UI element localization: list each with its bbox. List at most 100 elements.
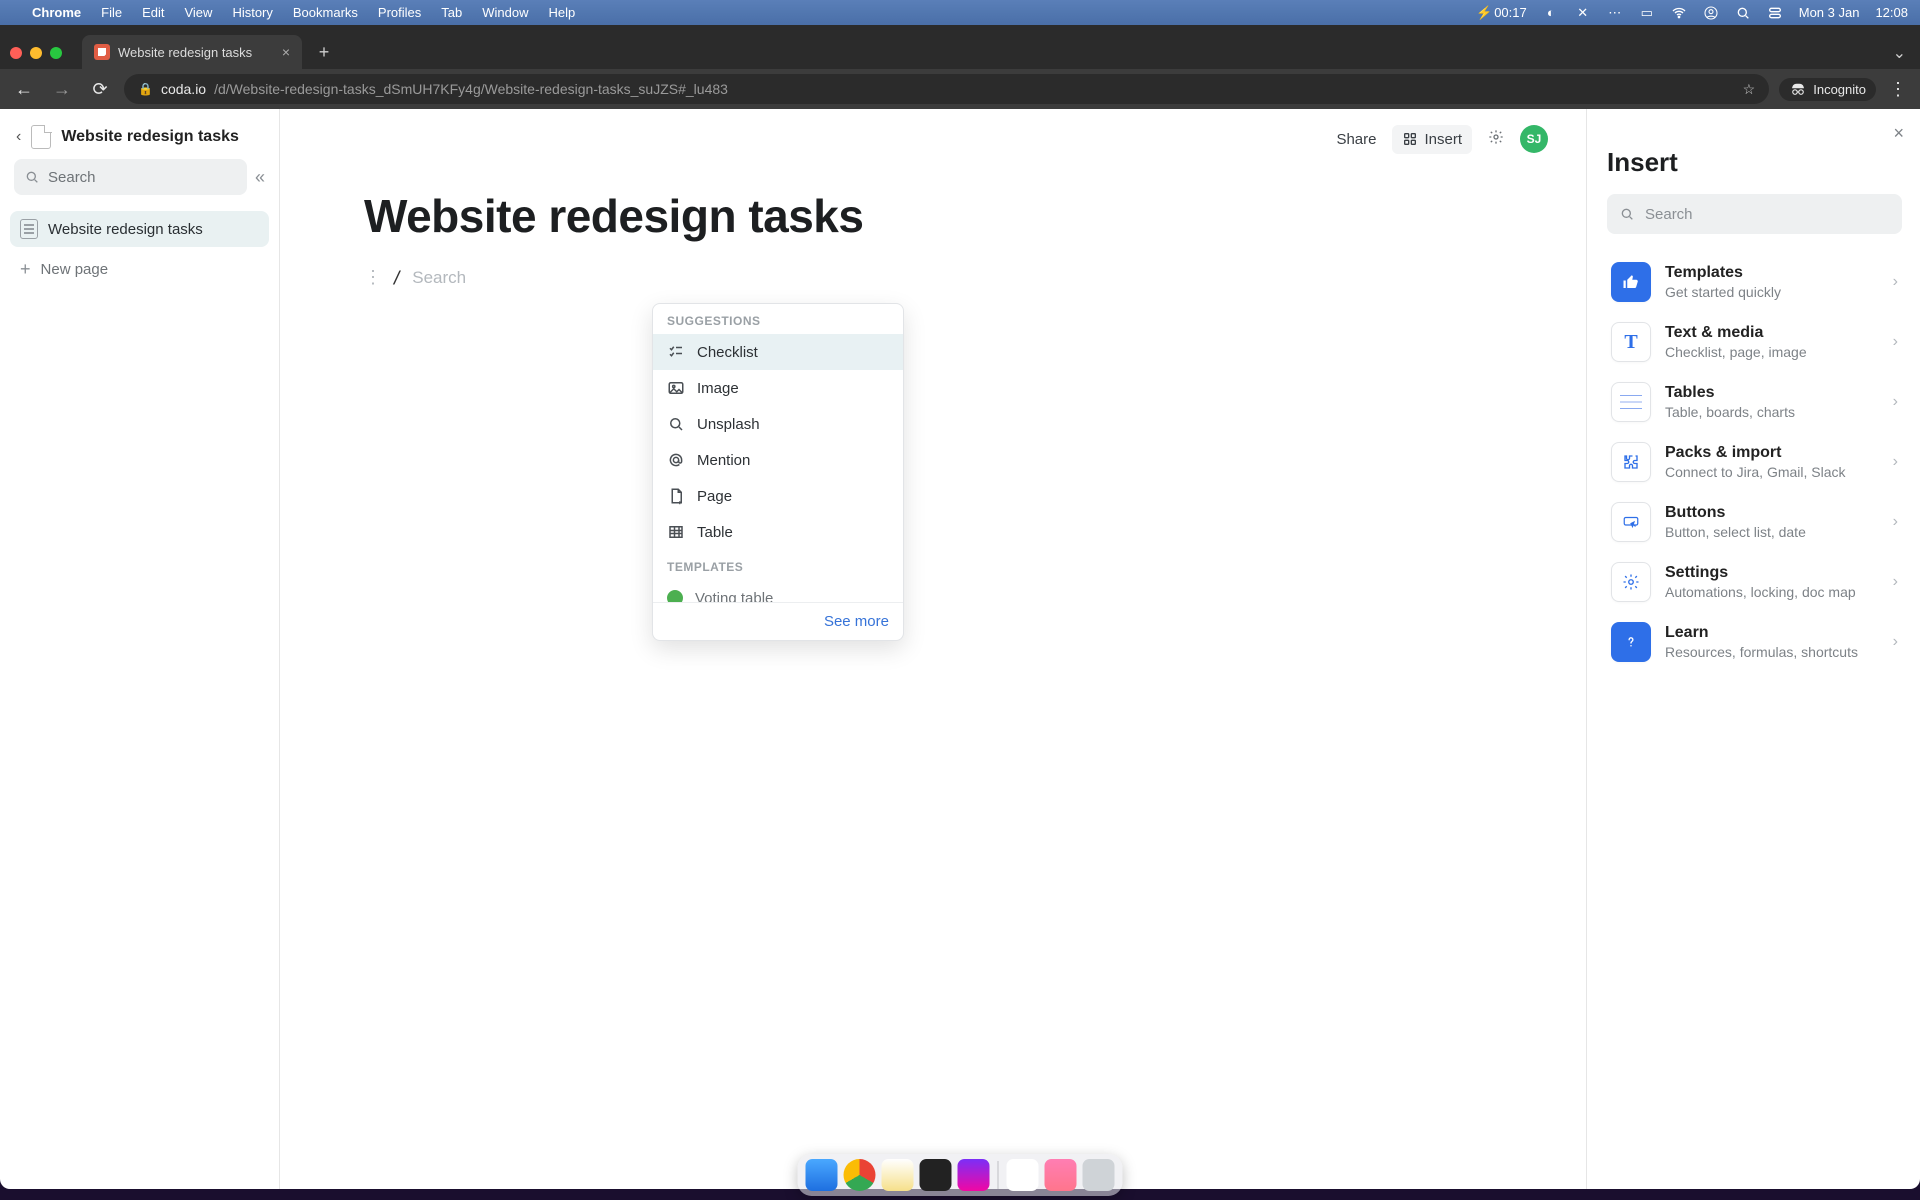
popover-item-table[interactable]: Table <box>653 514 903 550</box>
dock-app-chrome[interactable] <box>844 1159 876 1191</box>
lock-icon[interactable]: 🔒 <box>138 82 153 96</box>
insert-cat-buttons[interactable]: ButtonsButton, select list, date › <box>1607 492 1902 552</box>
menu-view[interactable]: View <box>184 5 212 20</box>
dock-app-7[interactable] <box>1045 1159 1077 1191</box>
popover-item-label: Mention <box>697 452 750 469</box>
menubar-app-name[interactable]: Chrome <box>32 5 81 20</box>
battery-icon[interactable]: ▭ <box>1639 5 1655 21</box>
chevron-right-icon: › <box>1893 513 1898 531</box>
slash-popover: SUGGESTIONS Checklist Image Unsplash Men… <box>652 303 904 641</box>
status-icon-1[interactable]: ◐ <box>1543 5 1559 21</box>
menu-history[interactable]: History <box>232 5 272 20</box>
sidebar-doc-title[interactable]: Website redesign tasks <box>61 128 239 146</box>
user-icon[interactable] <box>1703 5 1719 21</box>
popover-item-label: Image <box>697 380 739 397</box>
dock-app-6[interactable] <box>1007 1159 1039 1191</box>
help-icon <box>1611 622 1651 662</box>
chevron-right-icon: › <box>1893 333 1898 351</box>
sidebar-collapse-icon[interactable]: « <box>255 167 265 188</box>
nav-reload-button[interactable]: ⟳ <box>86 79 114 100</box>
wifi-icon[interactable] <box>1671 5 1687 21</box>
insert-cat-title: Tables <box>1665 384 1879 402</box>
page-icon <box>20 219 38 239</box>
insert-cat-learn[interactable]: LearnResources, formulas, shortcuts › <box>1607 612 1902 672</box>
insert-cat-title: Templates <box>1665 264 1879 282</box>
sidebar-search-input[interactable]: Search <box>14 159 247 195</box>
browser-tab[interactable]: Website redesign tasks × <box>82 35 302 69</box>
insert-panel: × Insert Search TemplatesGet started qui… <box>1586 109 1920 1189</box>
popover-template-voting-table[interactable]: Voting table <box>653 580 903 602</box>
popover-templates-label: TEMPLATES <box>653 550 903 580</box>
settings-gear-icon[interactable] <box>1488 129 1504 150</box>
new-tab-button[interactable]: + <box>310 38 338 66</box>
battery-status-icon[interactable]: ⚡00:17 <box>1476 5 1527 21</box>
spotlight-icon[interactable] <box>1735 5 1751 21</box>
nav-back-button[interactable]: ← <box>10 79 38 100</box>
sidebar-page-label: Website redesign tasks <box>48 221 203 238</box>
popover-item-unsplash[interactable]: Unsplash <box>653 406 903 442</box>
user-avatar[interactable]: SJ <box>1520 125 1548 153</box>
share-button[interactable]: Share <box>1336 131 1376 148</box>
control-center-icon[interactable] <box>1767 5 1783 21</box>
popover-item-image[interactable]: Image <box>653 370 903 406</box>
dock-app-terminal[interactable] <box>920 1159 952 1191</box>
window-minimize-button[interactable] <box>30 47 42 59</box>
insert-cat-text-media[interactable]: T Text & mediaChecklist, page, image › <box>1607 312 1902 372</box>
insert-button[interactable]: Insert <box>1392 125 1472 154</box>
menu-profiles[interactable]: Profiles <box>378 5 421 20</box>
incognito-label: Incognito <box>1813 82 1866 97</box>
bookmark-star-icon[interactable]: ☆ <box>1743 81 1756 98</box>
drag-handle-icon[interactable]: ⋮ <box>364 267 382 288</box>
chevron-right-icon: › <box>1893 453 1898 471</box>
dock-trash-icon[interactable] <box>1083 1159 1115 1191</box>
panel-close-icon[interactable]: × <box>1893 123 1904 144</box>
popover-see-more[interactable]: See more <box>653 602 903 640</box>
dock-app-5[interactable] <box>958 1159 990 1191</box>
incognito-indicator[interactable]: Incognito <box>1779 78 1876 101</box>
window-close-button[interactable] <box>10 47 22 59</box>
address-bar[interactable]: 🔒 coda.io/d/Website-redesign-tasks_dSmUH… <box>124 74 1769 104</box>
battery-time: 00:17 <box>1494 5 1527 20</box>
menubar-date[interactable]: Mon 3 Jan <box>1799 5 1860 20</box>
page-title[interactable]: Website redesign tasks <box>364 189 1522 243</box>
insert-cat-settings[interactable]: SettingsAutomations, locking, doc map › <box>1607 552 1902 612</box>
menu-help[interactable]: Help <box>549 5 576 20</box>
dock-app-finder[interactable] <box>806 1159 838 1191</box>
insert-cat-packs[interactable]: Packs & import Connect to Jira, Gmail, Sl… <box>1607 432 1902 492</box>
incognito-icon <box>1789 82 1807 96</box>
popover-item-checklist[interactable]: Checklist <box>653 334 903 370</box>
sidebar-page-active[interactable]: Website redesign tasks <box>10 211 269 247</box>
menu-edit[interactable]: Edit <box>142 5 164 20</box>
menu-bookmarks[interactable]: Bookmarks <box>293 5 358 20</box>
menu-window[interactable]: Window <box>482 5 528 20</box>
popover-item-page[interactable]: Page <box>653 478 903 514</box>
insert-cat-title: Settings <box>1665 564 1879 582</box>
insert-cat-templates[interactable]: TemplatesGet started quickly › <box>1607 252 1902 312</box>
chrome-menu-button[interactable]: ⋮ <box>1886 79 1910 100</box>
tab-close-icon[interactable]: × <box>282 44 290 60</box>
search-icon <box>1619 206 1635 222</box>
mac-dock <box>798 1154 1123 1196</box>
popover-item-mention[interactable]: Mention <box>653 442 903 478</box>
menu-file[interactable]: File <box>101 5 122 20</box>
browser-toolbar: ← → ⟳ 🔒 coda.io/d/Website-redesign-tasks… <box>0 69 1920 109</box>
menubar-clock[interactable]: 12:08 <box>1875 5 1908 20</box>
status-icon-2[interactable]: ✕ <box>1575 5 1591 21</box>
insert-cat-subtitle: Resources, formulas, shortcuts <box>1665 644 1879 660</box>
dock-separator <box>998 1161 999 1189</box>
nav-forward-button[interactable]: → <box>48 79 76 100</box>
insert-cat-subtitle: Connect to Jira, Gmail, Slack <box>1665 464 1879 480</box>
insert-panel-search[interactable]: Search <box>1607 194 1902 234</box>
insert-cat-title: Packs & import <box>1665 444 1879 462</box>
menu-tab[interactable]: Tab <box>441 5 462 20</box>
slash-command-row[interactable]: ⋮ /Search <box>364 267 1522 288</box>
sidebar-back-icon[interactable]: ‹ <box>16 128 21 146</box>
status-icon-3[interactable]: ⋯ <box>1607 5 1623 21</box>
sidebar-new-page[interactable]: + New page <box>10 251 269 287</box>
dock-app-notes[interactable] <box>882 1159 914 1191</box>
window-zoom-button[interactable] <box>50 47 62 59</box>
tabs-dropdown-icon[interactable]: ⌄ <box>1893 43 1906 63</box>
insert-cat-tables[interactable]: TablesTable, boards, charts › <box>1607 372 1902 432</box>
tab-favicon-icon <box>94 44 110 60</box>
insert-panel-title: Insert <box>1607 147 1902 178</box>
